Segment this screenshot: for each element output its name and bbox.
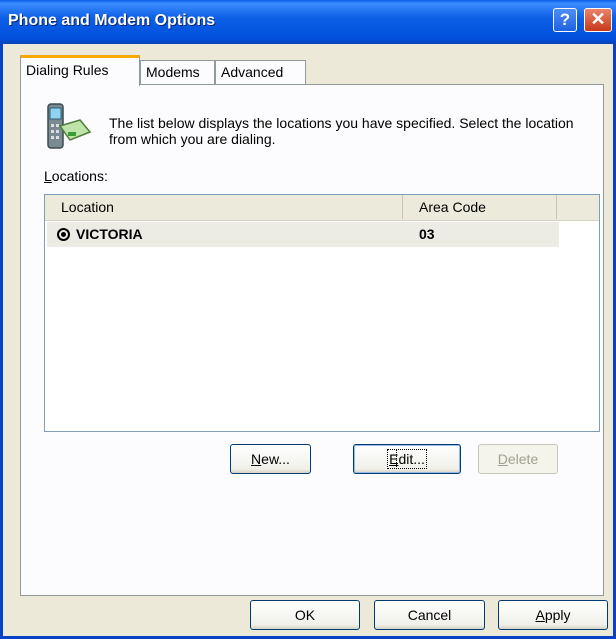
list-item[interactable]: VICTORIA 03 <box>47 222 559 247</box>
row-location: VICTORIA <box>76 226 143 242</box>
column-header-area-code[interactable]: Area Code <box>403 195 557 219</box>
list-header: Location Area Code <box>45 195 599 221</box>
locations-label-text: ocations: <box>51 168 108 184</box>
locations-label: Locations: <box>44 168 108 184</box>
new-label: ew... <box>261 451 290 467</box>
tab-modems[interactable]: Modems <box>140 60 215 84</box>
column-header-location[interactable]: Location <box>45 195 403 219</box>
edit-label-wrap: Edit... <box>387 449 427 469</box>
intro-text: The list below displays the locations yo… <box>109 115 574 147</box>
new-mnemonic: N <box>251 451 262 467</box>
edit-label: dit... <box>396 449 427 469</box>
edit-button[interactable]: Edit... <box>353 444 461 474</box>
locations-list[interactable]: Location Area Code VICTORIA 03 <box>44 194 600 432</box>
apply-button[interactable]: Apply <box>498 600 608 630</box>
radio-selected-icon <box>57 228 70 241</box>
ok-button[interactable]: OK <box>250 600 360 630</box>
delete-mnemonic: D <box>497 451 508 467</box>
locations-mnemonic: L <box>44 168 52 184</box>
tab-dialing-rules[interactable]: Dialing Rules <box>20 55 140 86</box>
cancel-button[interactable]: Cancel <box>374 600 485 630</box>
window-title: Phone and Modem Options <box>8 12 216 29</box>
apply-mnemonic: A <box>535 607 545 623</box>
delete-label: elete <box>507 451 539 467</box>
tab-advanced[interactable]: Advanced <box>215 60 306 84</box>
delete-button[interactable]: Delete <box>478 444 558 474</box>
phone-modem-icon <box>47 103 92 149</box>
row-area-code: 03 <box>419 226 435 242</box>
apply-label: pply <box>544 607 571 623</box>
title-bar[interactable]: Phone and Modem Options ? ✕ <box>0 0 616 44</box>
new-button[interactable]: New... <box>230 444 311 474</box>
help-icon[interactable]: ? <box>553 8 577 32</box>
close-icon[interactable]: ✕ <box>584 8 612 32</box>
